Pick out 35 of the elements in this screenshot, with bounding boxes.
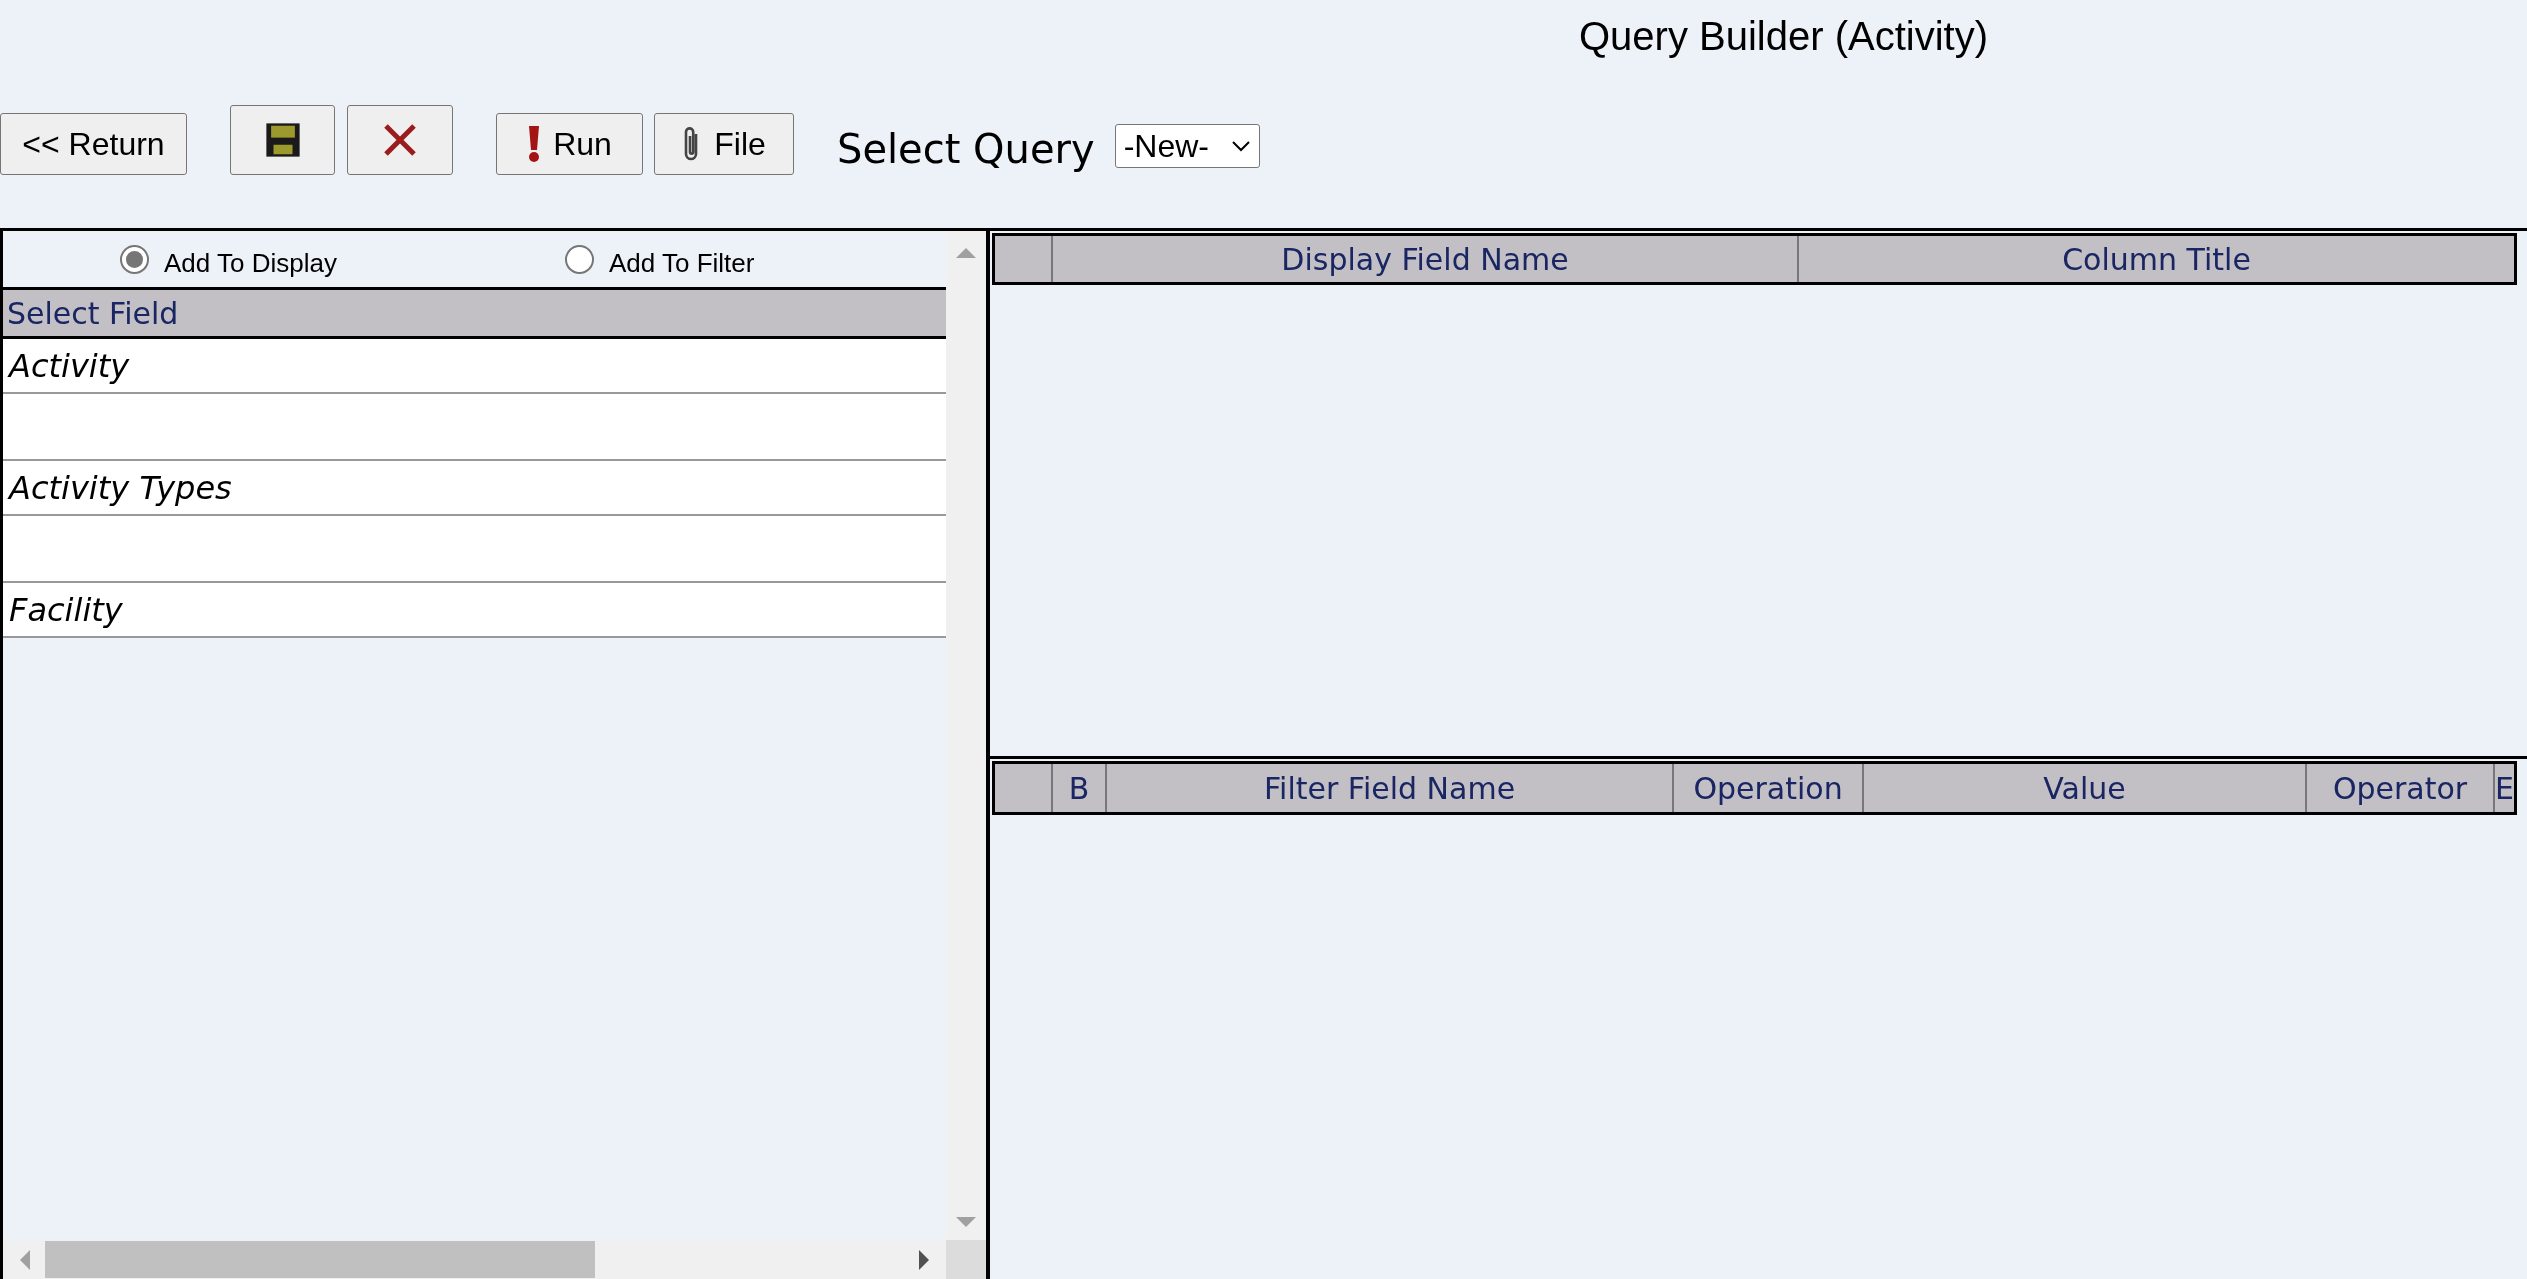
- column-header: Value: [1864, 764, 2308, 812]
- delete-button[interactable]: [347, 105, 453, 175]
- radio-label: Add To Display: [164, 247, 337, 280]
- column-header: Operation: [1674, 764, 1865, 812]
- scrollbar-corner: [946, 1240, 987, 1279]
- chevron-down-icon: [1230, 140, 1251, 152]
- scroll-down-icon: [956, 1216, 977, 1228]
- field-list-item[interactable]: Activity: [3, 339, 947, 394]
- query-select[interactable]: -New-: [1114, 124, 1260, 168]
- field-list-header: Select Field: [3, 287, 947, 339]
- column-header: Operator: [2307, 764, 2496, 812]
- scroll-right-icon: [918, 1249, 931, 1270]
- horizontal-scrollbar[interactable]: [3, 1240, 947, 1279]
- column-header: Filter Field Name: [1107, 764, 1675, 812]
- scroll-up-icon: [956, 247, 977, 259]
- scroll-left-icon: [19, 1249, 31, 1270]
- field-list-item[interactable]: Facility: [3, 583, 947, 638]
- column-header: E: [2495, 769, 2514, 808]
- column-header: Column Title: [2061, 240, 2252, 279]
- page-title: Query Builder (Activity): [1578, 13, 1988, 60]
- radio-button[interactable]: [120, 245, 149, 274]
- file-button[interactable]: File: [654, 113, 794, 175]
- save-button[interactable]: [230, 105, 335, 175]
- save-icon: [263, 121, 302, 159]
- return-button[interactable]: << Return: [0, 113, 187, 175]
- select-query-label: Select Query: [837, 125, 1095, 174]
- vertical-scrollbar[interactable]: [946, 231, 987, 1279]
- exclamation-icon: [527, 126, 542, 162]
- column-header: B: [1053, 764, 1108, 812]
- field-list-item[interactable]: Activity Types: [3, 461, 947, 516]
- scrollbar-thumb[interactable]: [45, 1241, 595, 1278]
- radio-label: Add To Filter: [608, 247, 755, 280]
- run-button[interactable]: Run: [496, 113, 643, 175]
- column-header: Display Field Name: [1053, 236, 1800, 282]
- radio-button[interactable]: [564, 245, 594, 274]
